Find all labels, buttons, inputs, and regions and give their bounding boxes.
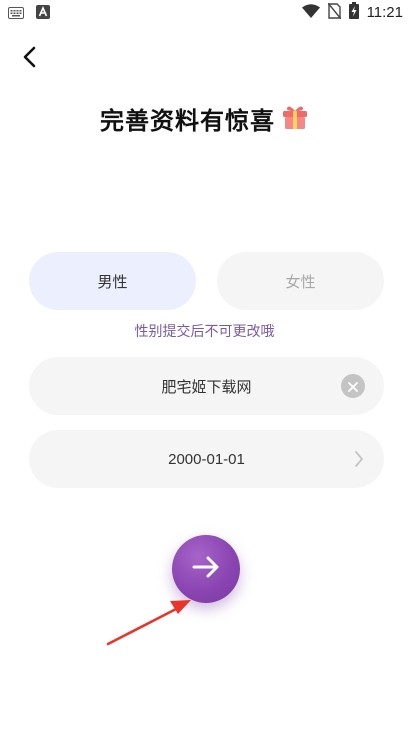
- clear-nickname-button[interactable]: [341, 374, 365, 398]
- nickname-input[interactable]: [89, 376, 324, 396]
- back-arrow-icon: [22, 46, 36, 72]
- birthday-picker[interactable]: 2000-01-01: [29, 430, 384, 488]
- gift-icon: [281, 104, 309, 134]
- clear-icon: [348, 377, 358, 396]
- a-box-icon: [36, 4, 50, 23]
- gender-female-button[interactable]: 女性: [217, 252, 384, 310]
- chevron-right-icon: [354, 450, 364, 472]
- keyboard-icon: [8, 4, 24, 23]
- nickname-field: [29, 357, 384, 415]
- back-button[interactable]: [14, 44, 44, 74]
- status-bar: 11:21: [0, 0, 409, 24]
- gender-male-label: 男性: [97, 272, 128, 291]
- arrow-right-icon: [191, 555, 221, 583]
- profile-setup-screen: 11:21 完善资料有惊喜 男性 女性 性别提交后不可更改哦 肥宅姬下载网 20…: [0, 0, 409, 744]
- status-time: 11:21: [366, 4, 403, 21]
- no-sim-icon: [327, 2, 342, 23]
- birthday-value: 2000-01-01: [168, 450, 245, 468]
- battery-charging-icon: [348, 2, 359, 23]
- page-title-row: 完善资料有惊喜: [0, 101, 409, 136]
- gender-female-label: 女性: [285, 272, 316, 291]
- gender-male-button[interactable]: 男性: [29, 252, 196, 310]
- gender-hint: 性别提交后不可更改哦: [134, 324, 275, 340]
- wifi-icon: [301, 3, 320, 22]
- submit-button[interactable]: [172, 535, 240, 603]
- page-title: 完善资料有惊喜: [100, 107, 275, 135]
